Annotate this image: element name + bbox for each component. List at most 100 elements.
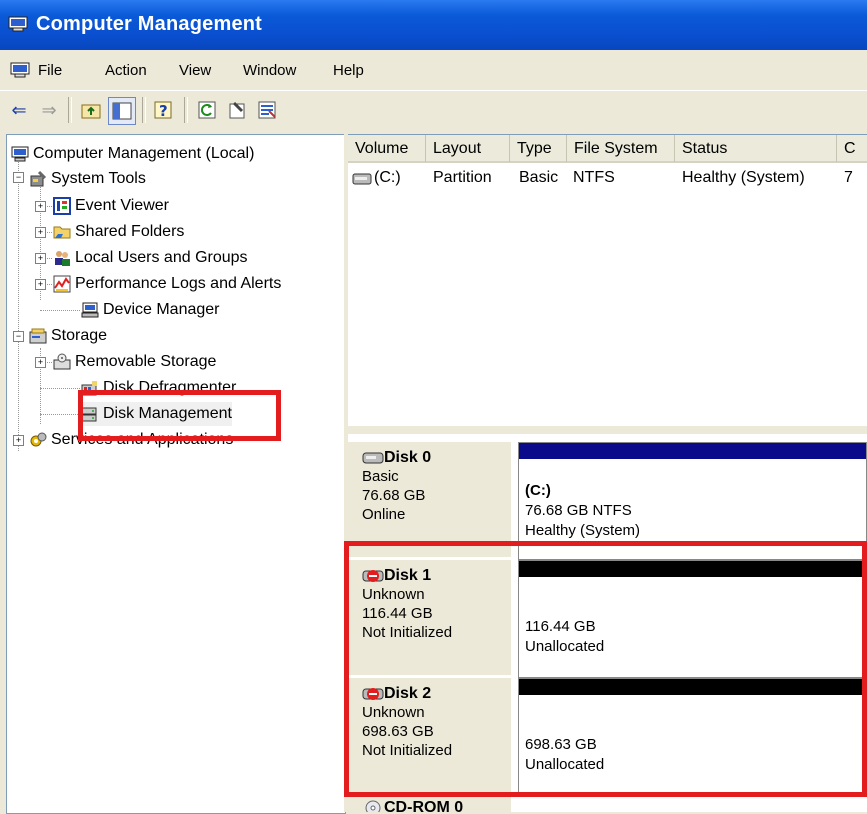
disk-icon: [362, 452, 384, 463]
column-header-layout[interactable]: Layout: [426, 135, 510, 163]
column-header-file-system[interactable]: File System: [567, 135, 675, 163]
tree-label: Disk Management: [103, 405, 232, 422]
tree-item-event-viewer[interactable]: Event Viewer: [53, 194, 169, 218]
storage-icon: [29, 327, 47, 345]
forward-arrow-icon[interactable]: ⇒: [36, 97, 62, 123]
partition-line2: Healthy (System): [525, 522, 641, 539]
cdrom-icon: [365, 800, 381, 812]
defragmenter-icon: [81, 379, 99, 397]
disk-0-label[interactable]: Disk 0 Basic 76.68 GB Online: [348, 442, 511, 560]
tree-label: Removable Storage: [75, 353, 217, 370]
show-hide-tree-icon[interactable]: [108, 97, 136, 125]
disk-1-label[interactable]: Disk 1 Unknown 116.44 GB Not Initialized: [348, 560, 511, 678]
cell-layout: Partition: [433, 169, 492, 186]
tree-item-performance-logs[interactable]: Performance Logs and Alerts: [53, 272, 281, 296]
users-icon: [53, 249, 71, 267]
unallocated-region-disk-2[interactable]: 698.63 GB Unallocated: [518, 678, 867, 796]
disk-name: Disk 0: [384, 449, 432, 466]
tree-label: Disk Defragmenter: [103, 379, 237, 396]
collapse-toggle[interactable]: −: [13, 172, 24, 183]
toolbar-separator: [142, 97, 146, 123]
menu-file[interactable]: File: [38, 62, 62, 79]
tree-label: System Tools: [51, 170, 146, 187]
cell-status: Healthy (System): [682, 169, 805, 186]
tree-label: Services and Applications: [51, 431, 234, 448]
tree-item-disk-defragmenter[interactable]: Disk Defragmenter: [81, 376, 236, 400]
tree-label: Computer Management (Local): [33, 145, 255, 162]
partition-title: (C:): [525, 482, 551, 499]
disk-2-label[interactable]: Disk 2 Unknown 698.63 GB Not Initialized: [348, 678, 511, 796]
tree-label: Device Manager: [103, 301, 220, 318]
menu-bar: File Action View Window Help: [0, 52, 867, 90]
tree-label: Shared Folders: [75, 223, 185, 240]
tree-label: Local Users and Groups: [75, 249, 248, 266]
disk-name: Disk 1: [384, 567, 432, 584]
cdrom-0-label[interactable]: CD-ROM 0: [348, 796, 511, 812]
disk-name: CD-ROM 0: [384, 799, 464, 812]
title-bar: Computer Management: [0, 0, 867, 50]
refresh-icon[interactable]: [194, 97, 220, 123]
expand-toggle[interactable]: +: [35, 279, 46, 290]
svg-text:?: ?: [159, 102, 168, 120]
menu-help[interactable]: Help: [333, 62, 364, 79]
toolbar-separator: [68, 97, 72, 123]
properties-icon[interactable]: [224, 97, 250, 123]
disk-type: Unknown: [362, 704, 425, 721]
tree-item-shared-folders[interactable]: Shared Folders: [53, 220, 184, 244]
services-icon: [29, 431, 47, 449]
column-header-capacity[interactable]: C: [837, 135, 867, 163]
system-tools-icon: [29, 170, 47, 188]
performance-logs-icon: [53, 275, 71, 293]
tree-item-computer-management[interactable]: Computer Management (Local): [11, 142, 254, 166]
disk-type: Basic: [362, 468, 399, 485]
collapse-toggle[interactable]: −: [13, 331, 24, 342]
console-tree: Computer Management (Local) − System Too…: [6, 134, 346, 814]
menu-action[interactable]: Action: [105, 62, 147, 79]
menu-view[interactable]: View: [179, 62, 211, 79]
disk-size: 698.63 GB: [362, 723, 434, 740]
disk-state: Not Initialized: [362, 624, 453, 641]
disk-state: Online: [362, 506, 406, 523]
expand-toggle[interactable]: +: [35, 357, 46, 368]
partition-bar: [519, 443, 866, 459]
help-icon[interactable]: ?: [150, 97, 176, 123]
tree-item-device-manager[interactable]: Device Manager: [81, 298, 220, 322]
tree-label: Storage: [51, 327, 108, 344]
window-title: Computer Management: [36, 13, 263, 35]
partition-line1: 698.63 GB: [525, 736, 597, 753]
tree-item-disk-management[interactable]: Disk Management: [81, 402, 232, 426]
unallocated-region-disk-1[interactable]: 116.44 GB Unallocated: [518, 560, 867, 678]
system-menu-icon[interactable]: [10, 62, 30, 78]
column-header-type[interactable]: Type: [510, 135, 567, 163]
menu-window[interactable]: Window: [243, 62, 296, 79]
up-folder-icon[interactable]: [78, 97, 104, 123]
expand-toggle[interactable]: +: [35, 201, 46, 212]
partition-c[interactable]: (C:) 76.68 GB NTFS Healthy (System): [518, 442, 867, 560]
cell-volume: (C:): [374, 169, 401, 186]
partition-line1: 116.44 GB: [525, 618, 596, 635]
toolbar-separator: [184, 97, 188, 123]
partition-bar: [519, 679, 866, 695]
shared-folder-icon: [53, 223, 71, 241]
tree-item-removable-storage[interactable]: Removable Storage: [53, 350, 216, 374]
disk-state: Not Initialized: [362, 742, 453, 759]
tree-item-local-users[interactable]: Local Users and Groups: [53, 246, 248, 270]
column-header-volume[interactable]: Volume: [348, 135, 426, 163]
computer-management-icon: [8, 16, 28, 32]
tree-item-system-tools[interactable]: System Tools: [29, 167, 146, 191]
cell-capacity: 7: [844, 169, 853, 186]
expand-toggle[interactable]: +: [35, 227, 46, 238]
expand-toggle[interactable]: +: [13, 435, 24, 446]
tree-item-storage[interactable]: Storage: [29, 324, 107, 348]
back-arrow-icon[interactable]: ⇐: [6, 97, 32, 123]
tree-item-services-applications[interactable]: Services and Applications: [29, 428, 233, 452]
disk-management-icon: [81, 405, 99, 423]
computer-icon: [11, 145, 29, 163]
disk-name: Disk 2: [384, 685, 432, 702]
removable-storage-icon: [53, 353, 71, 371]
export-list-icon[interactable]: [254, 97, 280, 123]
event-viewer-icon: [53, 197, 71, 215]
disk-error-icon: [362, 569, 384, 582]
expand-toggle[interactable]: +: [35, 253, 46, 264]
column-header-status[interactable]: Status: [675, 135, 837, 163]
